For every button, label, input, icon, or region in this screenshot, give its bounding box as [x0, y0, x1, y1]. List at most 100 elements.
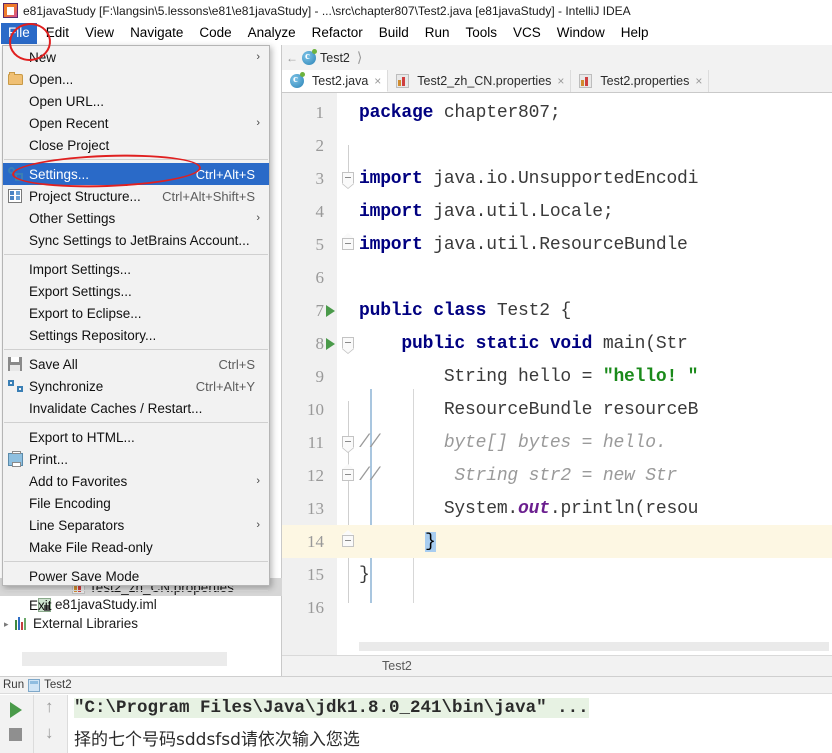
code-line[interactable]: 9 String hello = "hello! ": [282, 360, 832, 393]
line-number: 13: [307, 498, 324, 518]
file-menu-item-exit[interactable]: Exit: [3, 594, 269, 616]
chevron-right-icon[interactable]: ▸: [4, 620, 13, 629]
code-line[interactable]: 4 import java.util.Locale;: [282, 195, 832, 228]
file-menu-item-other-settings[interactable]: Other Settings ›: [3, 207, 269, 229]
code-text: }: [359, 565, 370, 585]
close-icon[interactable]: ×: [695, 74, 702, 88]
tree-item-external-libraries[interactable]: External Libraries: [15, 616, 138, 631]
arrow-up-icon[interactable]: ↑: [45, 698, 54, 715]
code-line[interactable]: 10 ResourceBundle resourceB: [282, 393, 832, 426]
run-gutter-icon[interactable]: [326, 338, 335, 350]
file-menu-item-synchronize[interactable]: Synchronize Ctrl+Alt+Y: [3, 375, 269, 397]
fold-toggle-icon[interactable]: [342, 530, 354, 547]
file-menu-item-close-project[interactable]: Close Project: [3, 134, 269, 156]
project-panel-scroll-area[interactable]: [22, 652, 227, 666]
fold-toggle-icon[interactable]: [342, 464, 354, 481]
code-line[interactable]: 14}: [282, 525, 832, 558]
file-menu-item-label: New: [29, 49, 57, 65]
menu-shortcut-label: Ctrl+Alt+Shift+S: [162, 188, 255, 204]
console-output[interactable]: "C:\Program Files\Java\jdk1.8.0_241\bin\…: [68, 695, 832, 753]
menubar-item-view[interactable]: View: [78, 23, 121, 44]
file-menu-item-export-settings[interactable]: Export Settings...: [3, 280, 269, 302]
breadcrumb-label[interactable]: Test2: [320, 51, 350, 65]
menubar-item-code[interactable]: Code: [192, 23, 238, 44]
code-line[interactable]: 15}: [282, 558, 832, 591]
fold-toggle-icon[interactable]: [342, 436, 354, 448]
code-token: java.io.UnsupportedEncodi: [433, 168, 699, 189]
editor-tab-test2-properties[interactable]: Test2.properties ×: [571, 70, 710, 92]
fold-toggle-icon[interactable]: [342, 337, 354, 349]
file-menu-item-label: Export Settings...: [29, 283, 132, 299]
file-menu-item-line-separators[interactable]: Line Separators ›: [3, 514, 269, 536]
code-editor[interactable]: 1 package chapter807; 2 3 import java.io.Uns…: [282, 93, 832, 655]
menubar-item-build[interactable]: Build: [372, 23, 416, 44]
file-menu-item-export-to-eclipse[interactable]: Export to Eclipse...: [3, 302, 269, 324]
menubar-item-analyze[interactable]: Analyze: [241, 23, 303, 44]
file-menu-item-label: Sync Settings to JetBrains Account...: [29, 232, 250, 248]
line-number: 5: [315, 234, 325, 254]
editor-tabs: Test2.java×Test2_zh_CN.properties×Test2.…: [282, 70, 832, 93]
code-line[interactable]: 2: [282, 129, 832, 162]
menubar-item-window[interactable]: Window: [550, 23, 612, 44]
file-menu-item-settings-repository[interactable]: Settings Repository...: [3, 324, 269, 346]
menubar-item-vcs[interactable]: VCS: [506, 23, 548, 44]
file-menu-item-import-settings[interactable]: Import Settings...: [3, 258, 269, 280]
file-menu-item-label: Other Settings: [29, 210, 116, 226]
file-menu-item-print[interactable]: Print...: [3, 448, 269, 470]
file-menu-item-file-encoding[interactable]: File Encoding: [3, 492, 269, 514]
file-menu-item-open[interactable]: Open...: [3, 68, 269, 90]
file-menu-item-sync-settings-to-jetbrains-account[interactable]: Sync Settings to JetBrains Account...: [3, 229, 269, 251]
print-icon: [8, 451, 24, 467]
run-tool-window: Run Test2 ↑ ↓ "C:\Program Files\Java\jdk…: [0, 676, 832, 753]
file-menu-item-add-to-favorites[interactable]: Add to Favorites ›: [3, 470, 269, 492]
code-line[interactable]: 7 public class Test2 {: [282, 294, 832, 327]
run-actions-toolbar: [0, 695, 34, 753]
file-menu-item-open-url[interactable]: Open URL...: [3, 90, 269, 112]
file-menu-item-label: Save All: [29, 356, 78, 372]
file-menu-item-open-recent[interactable]: Open Recent ›: [3, 112, 269, 134]
run-configuration-name[interactable]: Test2: [44, 679, 72, 691]
menubar-item-navigate[interactable]: Navigate: [123, 23, 190, 44]
file-menu-item-label: Add to Favorites: [29, 473, 128, 489]
menu-separator: [4, 561, 268, 562]
editor-tab-test2-zh-cn-properties[interactable]: Test2_zh_CN.properties ×: [388, 70, 572, 92]
menubar-item-tools[interactable]: Tools: [459, 23, 505, 44]
menubar-item-run[interactable]: Run: [418, 23, 457, 44]
code-token: // String str2 = new Str: [359, 465, 678, 486]
file-menu-item-make-file-read-only[interactable]: Make File Read-only: [3, 536, 269, 558]
code-line[interactable]: 8 public static void main(Str: [282, 327, 832, 360]
file-menu-item-new[interactable]: New ›: [3, 46, 269, 68]
stop-button[interactable]: [9, 728, 22, 741]
run-gutter-icon[interactable]: [326, 305, 335, 317]
file-menu-item-export-to-html[interactable]: Export to HTML...: [3, 426, 269, 448]
code-line[interactable]: 11 // byte[] bytes = hello.: [282, 426, 832, 459]
close-icon[interactable]: ×: [374, 74, 381, 88]
code-line[interactable]: 5 import java.util.ResourceBundle: [282, 228, 832, 261]
file-menu-item-project-structure[interactable]: Project Structure... Ctrl+Alt+Shift+S: [3, 185, 269, 207]
editor-tab-test2-java[interactable]: Test2.java ×: [282, 70, 389, 92]
code-text: // String str2 = new Str: [359, 466, 677, 486]
fold-toggle-icon[interactable]: [342, 172, 354, 184]
file-menu-item-settings[interactable]: Settings... Ctrl+Alt+S: [3, 163, 269, 185]
code-line[interactable]: 16: [282, 591, 832, 624]
menu-shortcut-label: Ctrl+Alt+S: [195, 166, 255, 182]
file-menu-item-power-save-mode[interactable]: Power Save Mode: [3, 565, 269, 587]
menubar-item-help[interactable]: Help: [614, 23, 656, 44]
code-line[interactable]: 6: [282, 261, 832, 294]
fold-toggle-icon[interactable]: [342, 233, 354, 250]
rerun-button[interactable]: [10, 702, 22, 718]
editor-horizontal-scrollbar[interactable]: [359, 642, 829, 651]
menubar-item-refactor[interactable]: Refactor: [305, 23, 370, 44]
menubar-item-file[interactable]: File: [1, 22, 37, 44]
close-icon[interactable]: ×: [557, 74, 564, 88]
back-arrow-icon[interactable]: ←: [286, 51, 298, 65]
code-line[interactable]: 12 // String str2 = new Str: [282, 459, 832, 492]
code-line[interactable]: 13 System.out.println(resou: [282, 492, 832, 525]
arrow-down-icon[interactable]: ↓: [45, 724, 54, 741]
code-line[interactable]: 1 package chapter807;: [282, 96, 832, 129]
file-menu-item-save-all[interactable]: Save All Ctrl+S: [3, 353, 269, 375]
file-menu-item-invalidate-caches-restart[interactable]: Invalidate Caches / Restart...: [3, 397, 269, 419]
code-token: "hello! ": [602, 366, 699, 387]
code-line[interactable]: 3 import java.io.UnsupportedEncodi: [282, 162, 832, 195]
menubar-item-edit[interactable]: Edit: [39, 23, 76, 44]
